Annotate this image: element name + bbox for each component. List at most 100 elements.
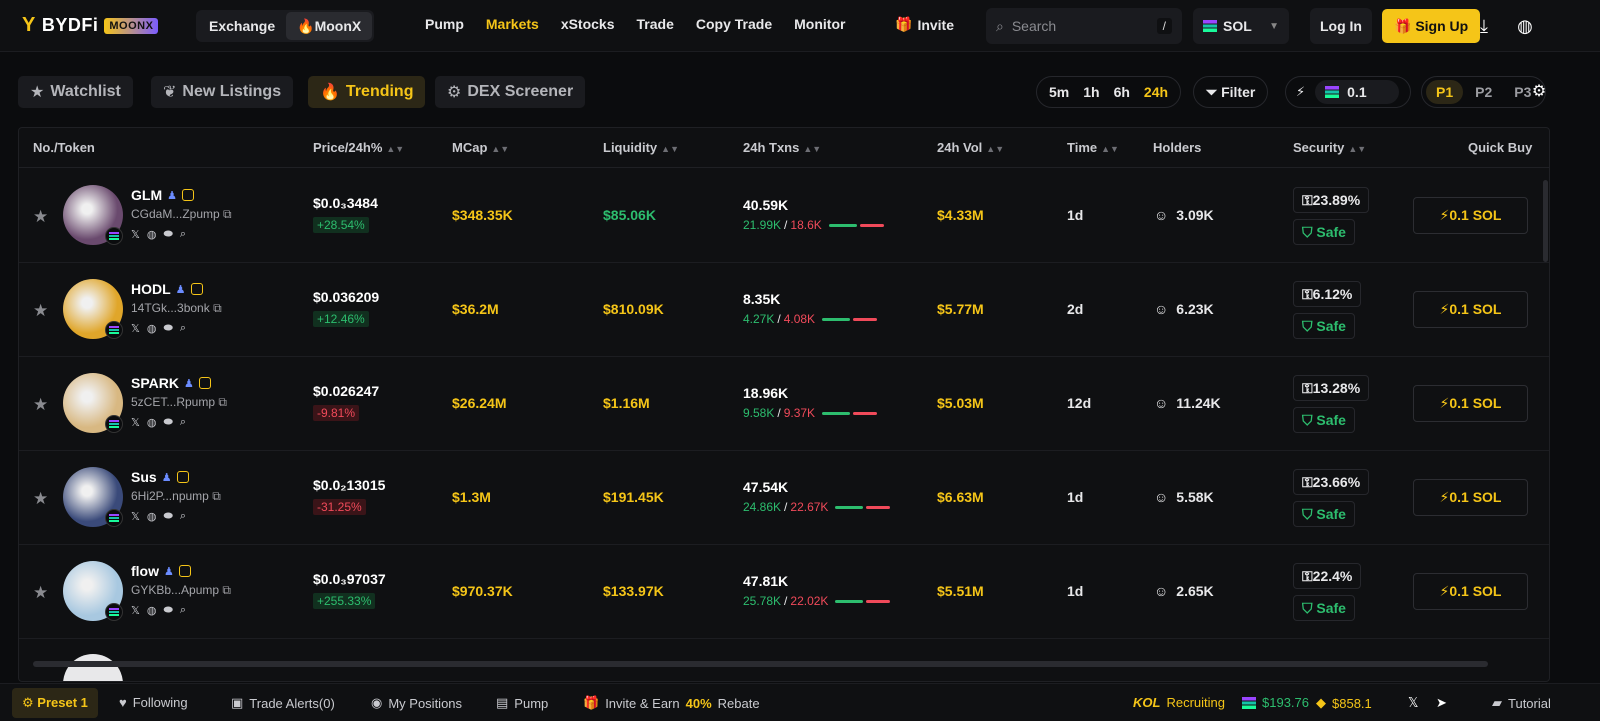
token-address[interactable]: 6Hi2P...npump ⧉ [131,489,221,504]
col-txns[interactable]: 24h Txns ▲▼ [743,140,821,155]
pill-icon[interactable]: ⬬ [163,604,172,617]
tab-new-listings[interactable]: ❦ New Listings [151,76,294,108]
watchlist-star-icon[interactable]: ★ [33,207,48,227]
col-liquidity[interactable]: Liquidity ▲▼ [603,140,679,155]
website-icon[interactable]: ◍ [147,228,157,241]
pump-button[interactable]: ▤ Pump [496,695,548,711]
token-name[interactable]: flow ♟ [131,563,191,579]
table-row[interactable]: ★ SPARK ♟ 5zCET...Rpump ⧉ 𝕏 ◍ ⬬ ⌕ $0.026247 … [19,357,1549,451]
x-twitter-icon[interactable]: 𝕏 [131,416,140,429]
watchlist-star-icon[interactable]: ★ [33,301,48,321]
col-price[interactable]: Price/24h% ▲▼ [313,140,404,155]
tab-watchlist[interactable]: ★ Watchlist [18,76,133,108]
timeframe-1h[interactable]: 1h [1083,84,1099,100]
vertical-scrollbar[interactable] [1543,180,1548,262]
x-twitter-icon[interactable]: 𝕏 [131,322,140,335]
col-mcap[interactable]: MCap ▲▼ [452,140,509,155]
telegram-icon[interactable]: ➤ [1436,695,1447,711]
nav-copy-trade[interactable]: Copy Trade [696,16,772,32]
nav-xstocks[interactable]: xStocks [561,16,615,32]
watchlist-star-icon[interactable]: ★ [33,489,48,509]
col-time[interactable]: Time ▲▼ [1067,140,1119,155]
website-icon[interactable]: ◍ [147,416,157,429]
globe-icon[interactable]: ◍ [1513,14,1537,38]
invite-button[interactable]: 🎁 Invite [895,16,954,33]
token-name[interactable]: Sus ♟ [131,469,189,485]
quick-buy-button[interactable]: ⚡0.1 SOL [1413,291,1528,328]
token-address[interactable]: GYKBb...Apump ⧉ [131,583,231,598]
website-icon[interactable]: ◍ [147,510,157,523]
nav-pump[interactable]: Pump [425,16,464,32]
signup-button[interactable]: 🎁 Sign Up [1382,9,1481,43]
search-input[interactable]: ⌕ Search / [986,8,1182,44]
copy-icon[interactable]: ⧉ [223,207,232,221]
token-name[interactable]: HODL ♟ [131,281,203,297]
nav-monitor[interactable]: Monitor [794,16,845,32]
security-score[interactable]: ⚿6.12% [1293,281,1362,307]
x-twitter-icon[interactable]: 𝕏 [131,604,140,617]
invite-earn-button[interactable]: 🎁 Invite & Earn 40% Rebate [583,695,760,711]
watchlist-star-icon[interactable]: ★ [33,583,48,603]
token-name[interactable]: GLM ♟ [131,187,194,203]
security-score[interactable]: ⚿23.89% [1293,187,1370,213]
my-positions-button[interactable]: ◉ My Positions [371,695,462,711]
token-address[interactable]: CGdaM...Zpump ⧉ [131,207,232,222]
search-icon[interactable]: ⌕ [180,228,186,241]
quick-buy-amount-input[interactable]: 0.1 [1315,80,1400,104]
x-twitter-icon[interactable]: 𝕏 [1408,695,1418,711]
quick-buy-button[interactable]: ⚡0.1 SOL [1413,573,1528,610]
watchlist-star-icon[interactable]: ★ [33,395,48,415]
search-icon[interactable]: ⌕ [180,510,186,523]
pill-icon[interactable]: ⬬ [163,416,172,429]
timeframe-5m[interactable]: 5m [1049,84,1069,100]
website-icon[interactable]: ◍ [147,604,157,617]
tab-trending[interactable]: 🔥 Trending [308,76,426,108]
trade-alerts-button[interactable]: ▣ Trade Alerts(0) [231,695,335,711]
exchange-tab[interactable]: Exchange [198,12,286,40]
copy-icon[interactable]: ⧉ [213,301,222,315]
chain-selector[interactable]: SOL ▼ [1193,8,1289,44]
copy-icon[interactable]: ⧉ [212,489,221,503]
download-icon[interactable]: ⤓ [1472,14,1496,38]
nav-markets[interactable]: Markets [486,16,539,32]
preset-button[interactable]: ⚙ Preset 1 [12,688,98,718]
timeframe-24h[interactable]: 24h [1144,84,1168,100]
copy-icon[interactable]: ⧉ [218,395,227,409]
login-button[interactable]: Log In [1310,8,1372,44]
quick-buy-button[interactable]: ⚡0.1 SOL [1413,197,1528,234]
settings-gear-icon[interactable]: ⚙ [1527,80,1551,104]
preset-p1[interactable]: P1 [1426,80,1464,104]
moonx-tab[interactable]: 🔥MoonX [286,12,373,40]
website-icon[interactable]: ◍ [147,322,157,335]
table-row[interactable]: ★ flow ♟ GYKBb...Apump ⧉ 𝕏 ◍ ⬬ ⌕ $0.0₃97037 … [19,545,1549,639]
tab-dex-screener[interactable]: ⚙ DEX Screener [435,76,586,108]
security-score[interactable]: ⚿23.66% [1293,469,1370,495]
table-row[interactable]: ★ HODL ♟ 14TGk...3bonk ⧉ 𝕏 ◍ ⬬ ⌕ $0.036209 +… [19,263,1549,357]
following-button[interactable]: ♥ Following [119,695,188,710]
filter-button[interactable]: ⏷ Filter [1193,76,1269,108]
security-score[interactable]: ⚿13.28% [1293,375,1370,401]
pill-icon[interactable]: ⬬ [163,228,172,241]
brand-logo[interactable]: Y BYDFi MOONX [22,14,159,37]
horizontal-scrollbar[interactable] [33,661,1488,667]
table-row[interactable]: ★ GLM ♟ CGdaM...Zpump ⧉ 𝕏 ◍ ⬬ ⌕ $0.0₃3484 +2… [19,169,1549,263]
search-icon[interactable]: ⌕ [180,322,186,335]
x-twitter-icon[interactable]: 𝕏 [131,228,140,241]
x-twitter-icon[interactable]: 𝕏 [131,510,140,523]
search-icon[interactable]: ⌕ [180,416,186,429]
copy-icon[interactable]: ⧉ [222,583,231,597]
nav-trade[interactable]: Trade [637,16,674,32]
token-address[interactable]: 5zCET...Rpump ⧉ [131,395,227,410]
quick-buy-button[interactable]: ⚡0.1 SOL [1413,385,1528,422]
col-security[interactable]: Security ▲▼ [1293,140,1366,155]
pill-icon[interactable]: ⬬ [163,322,172,335]
kol-recruiting-link[interactable]: KOL Recruiting [1133,695,1225,710]
search-icon[interactable]: ⌕ [180,604,186,617]
tutorial-button[interactable]: ▰ Tutorial [1492,695,1551,711]
timeframe-6h[interactable]: 6h [1114,84,1130,100]
table-row[interactable]: ★ Sus ♟ 6Hi2P...npump ⧉ 𝕏 ◍ ⬬ ⌕ $0.0₂13015 -… [19,451,1549,545]
security-score[interactable]: ⚿22.4% [1293,563,1362,589]
token-address[interactable]: 14TGk...3bonk ⧉ [131,301,222,316]
pill-icon[interactable]: ⬬ [163,510,172,523]
preset-p2[interactable]: P2 [1465,80,1502,104]
